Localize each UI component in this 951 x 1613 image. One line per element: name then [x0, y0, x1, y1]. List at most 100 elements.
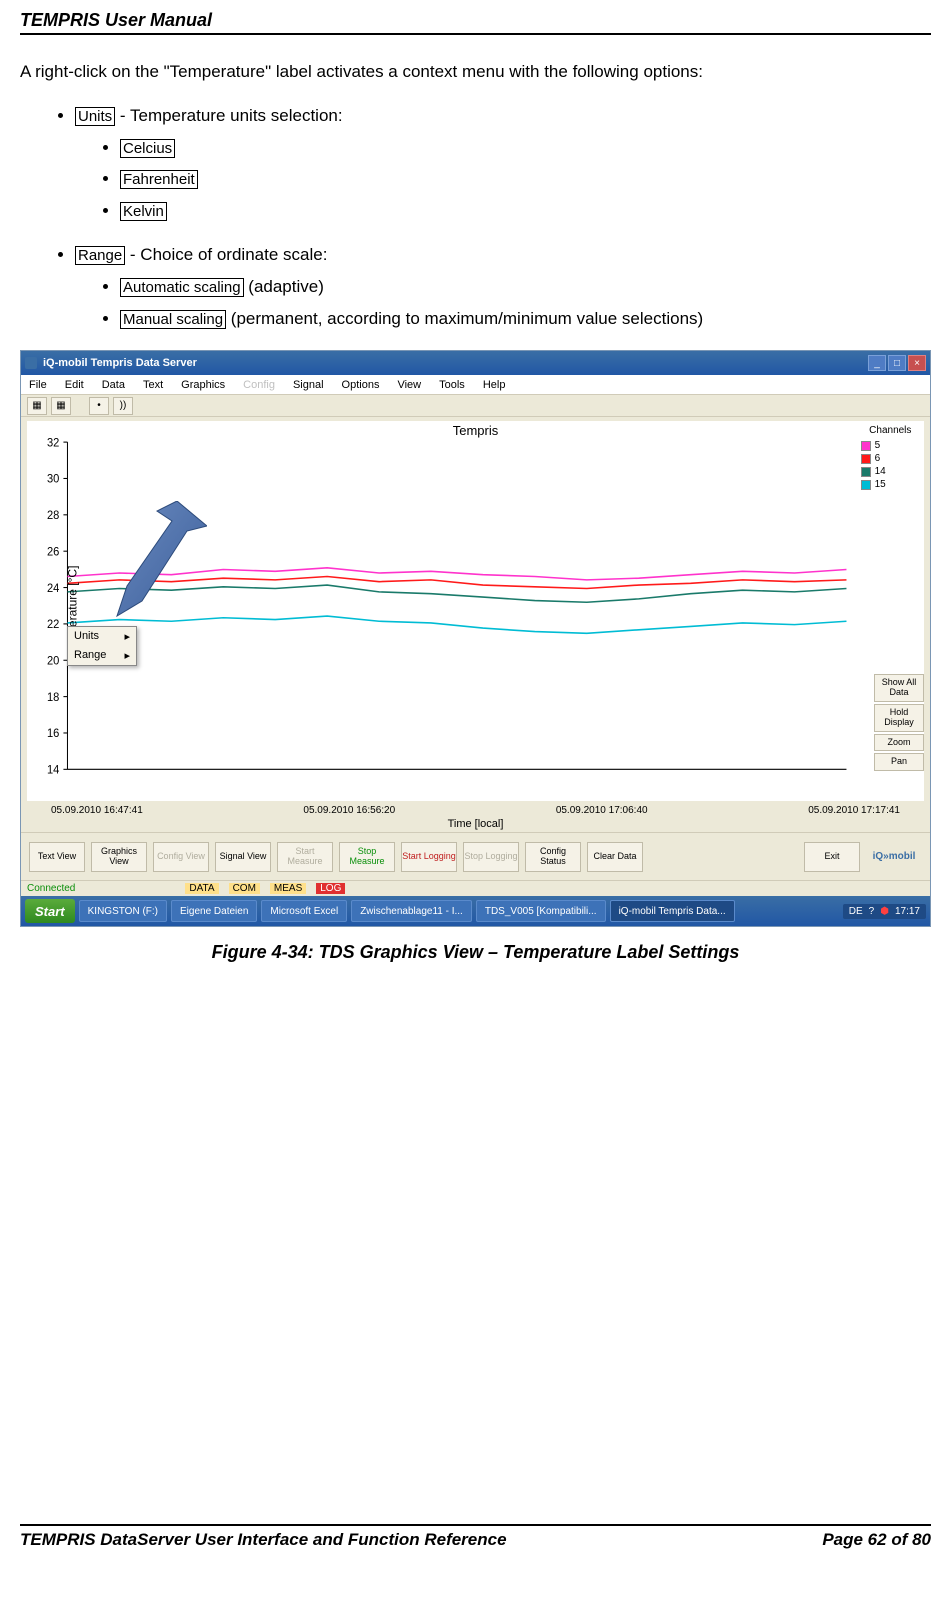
- bottom-button[interactable]: Text View: [29, 842, 85, 872]
- menu-signal[interactable]: Signal: [293, 379, 324, 391]
- menu-edit[interactable]: Edit: [65, 379, 84, 391]
- doc-header: TEMPRIS User Manual: [20, 10, 931, 33]
- footer-left: TEMPRIS DataServer User Interface and Fu…: [20, 1530, 507, 1550]
- taskbar-item[interactable]: TDS_V005 [Kompatibili...: [476, 900, 606, 922]
- minimize-icon[interactable]: _: [868, 355, 886, 371]
- units-label: Units: [75, 107, 115, 126]
- context-menu[interactable]: Units▸ Range▸: [67, 626, 137, 666]
- ctx-units[interactable]: Units▸: [68, 627, 136, 646]
- chevron-right-icon: ▸: [124, 649, 130, 662]
- unit-celcius: Celcius: [120, 139, 175, 158]
- chart-svg: 32302826242220181614: [27, 421, 857, 801]
- app-icon: [25, 357, 37, 369]
- menu-text[interactable]: Text: [143, 379, 163, 391]
- bottom-button[interactable]: Clear Data: [587, 842, 643, 872]
- channel-color-swatch: [861, 454, 871, 464]
- exit-button[interactable]: Exit: [804, 842, 860, 872]
- tray-help-icon[interactable]: ?: [869, 906, 875, 917]
- range-auto-desc: (adaptive): [244, 277, 324, 296]
- taskbar-item[interactable]: Zwischenablage11 - I...: [351, 900, 472, 922]
- bottom-button-bar: Text ViewGraphics ViewConfig ViewSignal …: [21, 832, 930, 880]
- units-desc: - Temperature units selection:: [115, 106, 342, 125]
- status-pill-meas: MEAS: [270, 883, 306, 894]
- list-item: Automatic scaling (adaptive): [120, 275, 931, 299]
- range-manual-desc: (permanent, according to maximum/minimum…: [226, 309, 703, 328]
- toolbar-btn-1[interactable]: ▦: [27, 397, 47, 415]
- range-desc: - Choice of ordinate scale:: [125, 245, 327, 264]
- page-footer: TEMPRIS DataServer User Interface and Fu…: [20, 1524, 931, 1550]
- bottom-button: Config View: [153, 842, 209, 872]
- channel-color-swatch: [861, 467, 871, 477]
- iq-mobil-logo: iQ»mobil: [866, 851, 922, 862]
- taskbar-item-active[interactable]: iQ-mobil Tempris Data...: [610, 900, 735, 922]
- ctx-range[interactable]: Range▸: [68, 646, 136, 665]
- taskbar-item[interactable]: KINGSTON (F:): [79, 900, 167, 922]
- zoom-button[interactable]: Zoom: [874, 734, 924, 752]
- channel-id: 15: [875, 479, 886, 490]
- menu-options[interactable]: Options: [342, 379, 380, 391]
- channel-id: 5: [875, 440, 881, 451]
- pan-button[interactable]: Pan: [874, 753, 924, 771]
- options-list: Units - Temperature units selection: Cel…: [20, 104, 931, 223]
- channel-row[interactable]: 5: [861, 440, 920, 451]
- status-pill-log: LOG: [316, 883, 345, 894]
- plot-side-buttons: Show All Data Hold Display Zoom Pan: [874, 674, 924, 771]
- list-item: Fahrenheit: [120, 167, 931, 191]
- unit-kelvin: Kelvin: [120, 202, 167, 221]
- menu-config: Config: [243, 379, 275, 391]
- close-icon[interactable]: ×: [908, 355, 926, 371]
- tray-shield-icon[interactable]: ⬢: [880, 906, 889, 917]
- maximize-icon[interactable]: □: [888, 355, 906, 371]
- toolbar-btn-2[interactable]: ▦: [51, 397, 71, 415]
- menu-help[interactable]: Help: [483, 379, 506, 391]
- x-axis-label: Time [local]: [21, 816, 930, 832]
- channel-row[interactable]: 15: [861, 479, 920, 490]
- channel-id: 14: [875, 466, 886, 477]
- bottom-button: Stop Logging: [463, 842, 519, 872]
- bottom-button: Start Measure: [277, 842, 333, 872]
- app-window: iQ-mobil Tempris Data Server _ □ × File …: [20, 350, 931, 927]
- bottom-button[interactable]: Start Logging: [401, 842, 457, 872]
- show-all-data-button[interactable]: Show All Data: [874, 674, 924, 702]
- channel-row[interactable]: 14: [861, 466, 920, 477]
- menu-view[interactable]: View: [397, 379, 421, 391]
- menu-graphics[interactable]: Graphics: [181, 379, 225, 391]
- plot-title: Tempris: [27, 423, 924, 438]
- toolbar: ▦ ▦ • )): [21, 395, 930, 417]
- list-item: Manual scaling (permanent, according to …: [120, 307, 931, 331]
- svg-text:20: 20: [47, 656, 59, 668]
- svg-text:28: 28: [47, 510, 59, 522]
- taskbar-item[interactable]: Eigene Dateien: [171, 900, 257, 922]
- x-ticks: 05.09.2010 16:47:41 05.09.2010 16:56:20 …: [21, 805, 930, 816]
- range-auto-label: Automatic scaling: [120, 278, 244, 297]
- bottom-button[interactable]: Config Status: [525, 842, 581, 872]
- x-tick: 05.09.2010 16:56:20: [303, 805, 395, 816]
- window-title: iQ-mobil Tempris Data Server: [43, 357, 197, 369]
- range-manual-label: Manual scaling: [120, 310, 226, 329]
- list-item: Celcius: [120, 136, 931, 160]
- svg-text:16: 16: [47, 728, 59, 740]
- svg-text:18: 18: [47, 692, 59, 704]
- status-bar: Connected DATA COM MEAS LOG: [21, 880, 930, 896]
- menu-data[interactable]: Data: [102, 379, 125, 391]
- svg-text:32: 32: [47, 438, 59, 450]
- toolbar-btn-3[interactable]: •: [89, 397, 109, 415]
- bottom-button[interactable]: Signal View: [215, 842, 271, 872]
- menu-tools[interactable]: Tools: [439, 379, 465, 391]
- window-titlebar[interactable]: iQ-mobil Tempris Data Server _ □ ×: [21, 351, 930, 375]
- channel-row[interactable]: 6: [861, 453, 920, 464]
- toolbar-btn-4[interactable]: )): [113, 397, 133, 415]
- start-button[interactable]: Start: [25, 899, 75, 923]
- svg-text:22: 22: [47, 619, 59, 631]
- system-tray[interactable]: DE ? ⬢ 17:17: [843, 904, 926, 919]
- windows-taskbar: Start KINGSTON (F:) Eigene Dateien Micro…: [21, 896, 930, 926]
- unit-fahrenheit: Fahrenheit: [120, 170, 198, 189]
- hold-display-button[interactable]: Hold Display: [874, 704, 924, 732]
- x-tick: 05.09.2010 17:17:41: [808, 805, 900, 816]
- taskbar-item[interactable]: Microsoft Excel: [261, 900, 347, 922]
- bottom-button[interactable]: Stop Measure: [339, 842, 395, 872]
- units-option: Units - Temperature units selection: Cel…: [75, 104, 931, 223]
- menu-file[interactable]: File: [29, 379, 47, 391]
- figure-caption: Figure 4-34: TDS Graphics View – Tempera…: [20, 942, 931, 963]
- bottom-button[interactable]: Graphics View: [91, 842, 147, 872]
